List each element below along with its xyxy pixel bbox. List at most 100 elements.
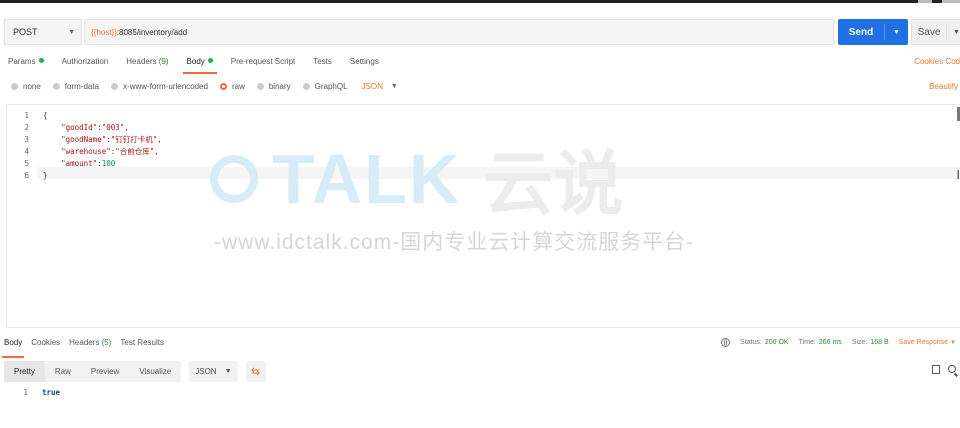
current-line-highlight — [37, 167, 960, 179]
tab-label: Cookies — [31, 338, 61, 347]
code-text: "goodName":"钉钉打卡机", — [61, 134, 162, 144]
tab-tests[interactable]: Tests — [313, 57, 332, 74]
radio-circle — [52, 83, 60, 90]
request-body-editor[interactable]: I 1 { 2 "goodId":"003", 3 "goodName":"钉钉… — [6, 104, 960, 328]
radio-label: form-data — [64, 82, 100, 91]
tab-label: Headers — [69, 338, 100, 347]
view-raw[interactable]: Raw — [45, 361, 81, 382]
tab-test-results[interactable]: Test Results — [120, 338, 164, 355]
radio-label: binary — [268, 82, 291, 91]
line-number: 4 — [24, 146, 29, 156]
line-number: 2 — [24, 122, 29, 132]
active-dot-icon — [207, 58, 213, 63]
response-body-line: 1 true — [14, 388, 60, 397]
window-control[interactable] — [918, 0, 932, 3]
json-key: "goodId" — [61, 122, 98, 132]
globe-icon[interactable] — [721, 338, 731, 347]
response-view-switch: Pretty Raw Preview Visualize — [4, 361, 182, 382]
tab-settings[interactable]: Settings — [350, 57, 379, 74]
radio-binary[interactable]: binary — [256, 82, 291, 91]
view-visualize[interactable]: Visualize — [129, 361, 181, 382]
code-line: 4 "warehouse":"合前仓库", — [7, 145, 159, 157]
radio-label: x-www-form-urlencoded — [123, 82, 208, 91]
response-toolbar: Pretty Raw Preview Visualize JSON ▼ ⇆ — [4, 361, 266, 382]
tab-response-headers[interactable]: Headers (5) — [69, 338, 111, 355]
tab-response-cookies[interactable]: Cookies — [31, 338, 60, 355]
radio-none[interactable]: none — [11, 82, 41, 91]
status-value[interactable]: 200 OK — [765, 339, 789, 346]
save-response-button[interactable]: Save Response ▼ — [899, 339, 956, 346]
chevron-down-icon: ▼ — [950, 340, 956, 346]
radio-raw[interactable]: raw — [219, 82, 245, 91]
code-text: "amount":100 — [61, 158, 116, 168]
send-button[interactable]: Send ▼ — [838, 19, 908, 45]
active-dot-icon — [38, 58, 44, 63]
copy-icon[interactable] — [932, 365, 940, 374]
json-key: "goodName" — [61, 134, 107, 144]
code-text: } — [43, 170, 48, 180]
tab-authorization[interactable]: Authorization — [62, 57, 109, 74]
radio-x-www-form-urlencoded[interactable]: x-www-form-urlencoded — [111, 82, 208, 91]
radio-circle-selected — [219, 83, 227, 90]
tab-headers[interactable]: Headers (9) — [126, 57, 168, 74]
response-tabs: Body Cookies Headers (5) Test Results — [1, 338, 173, 358]
response-format-select[interactable]: JSON ▼ — [189, 361, 238, 382]
code-text: { — [43, 110, 48, 120]
url-input[interactable]: {{host}}:8085/inventory/add — [84, 19, 834, 45]
body-format-select[interactable]: JSON ▼ — [362, 82, 398, 91]
tab-params[interactable]: Params — [8, 57, 44, 74]
text-cursor-icon: I — [956, 167, 960, 182]
save-label: Save — [917, 26, 941, 38]
radio-circle — [302, 83, 310, 90]
chevron-down-icon[interactable]: ▼ — [947, 29, 960, 36]
method-label: POST — [13, 27, 38, 37]
status-label: Status: — [740, 339, 762, 346]
tab-pre-request-script[interactable]: Pre-request Script — [231, 57, 295, 74]
tab-label: Body — [4, 338, 23, 347]
tab-label: Tests — [313, 57, 332, 66]
url-path: :8085/inventory/add — [116, 27, 188, 37]
radio-circle — [256, 83, 264, 90]
json-key: "warehouse" — [61, 146, 111, 156]
code-text: "warehouse":"合前仓库", — [61, 146, 159, 156]
view-pretty[interactable]: Pretty — [4, 361, 45, 382]
save-button[interactable]: Save ▼ — [911, 19, 960, 45]
line-number: 6 — [24, 170, 29, 180]
tab-label: Params — [8, 57, 36, 66]
tab-response-body[interactable]: Body — [1, 338, 25, 358]
size-label: Size: — [851, 339, 868, 346]
tab-label: Settings — [349, 57, 379, 66]
tab-label: Authorization — [61, 57, 109, 66]
window-control[interactable] — [942, 0, 960, 3]
window-top-bar — [0, 0, 960, 3]
chevron-down-icon[interactable]: ▼ — [885, 29, 908, 36]
radio-graphql[interactable]: GraphQL — [302, 82, 348, 91]
code-line: 3 "goodName":"钉钉打卡机", — [7, 133, 162, 145]
search-icon[interactable] — [948, 365, 956, 373]
code-line: 6 } — [7, 169, 48, 181]
tab-body[interactable]: Body — [182, 57, 218, 74]
method-select[interactable]: POST ▼ — [4, 19, 82, 45]
time-label: Time: — [798, 339, 816, 346]
json-value: "钉钉打卡机", — [110, 134, 162, 144]
chevron-down-icon: ▼ — [68, 29, 75, 36]
time-value[interactable]: 266 ms — [819, 339, 842, 346]
radio-circle — [11, 83, 18, 90]
line-number: 5 — [24, 158, 29, 168]
tab-label: Pre-request Script — [230, 57, 296, 66]
save-response-label: Save Response — [898, 339, 949, 346]
beautify-link[interactable]: Beautify — [929, 82, 958, 91]
radio-form-data[interactable]: form-data — [52, 82, 100, 91]
view-preview[interactable]: Preview — [81, 361, 129, 382]
body-type-selector: none form-data x-www-form-urlencoded raw… — [11, 82, 398, 91]
response-value: true — [42, 388, 61, 397]
code-line: 5 "amount":100 — [7, 157, 115, 169]
cookies-link[interactable]: Cookies Cod — [914, 57, 960, 66]
radio-label: GraphQL — [314, 82, 348, 91]
chevron-down-icon: ▼ — [224, 368, 232, 375]
radio-label: none — [23, 82, 41, 91]
wrap-lines-icon[interactable]: ⇆ — [245, 361, 266, 382]
tab-count: (9) — [158, 57, 169, 66]
size-value[interactable]: 168 B — [870, 339, 888, 346]
response-status-bar: Status: 200 OK Time: 266 ms Size: 168 B … — [721, 338, 956, 347]
